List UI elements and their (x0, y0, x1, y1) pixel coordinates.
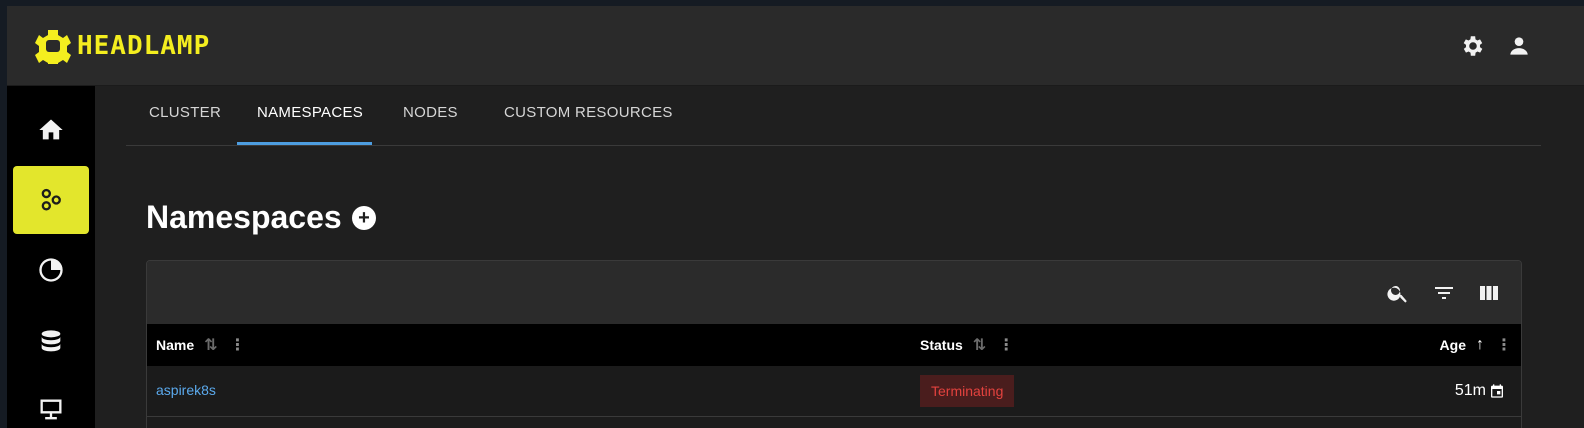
sidebar-item-home[interactable] (13, 96, 89, 164)
column-label: Age (1439, 337, 1466, 353)
column-menu-icon[interactable]: ⋮ (998, 335, 1014, 355)
column-label: Name (156, 337, 195, 353)
table-header: Name ⇅ ⋮ Status ⇅ ⋮ Age ↑ ⋮ (147, 324, 1521, 366)
search-button[interactable] (1385, 280, 1411, 306)
lan-icon (40, 399, 62, 420)
namespace-link[interactable]: aspirek8s (156, 366, 216, 416)
active-tab-indicator (237, 142, 372, 145)
age-cell: 51m (1455, 366, 1505, 416)
sidebar-item-insights[interactable] (13, 236, 89, 304)
home-icon (39, 119, 63, 140)
tab-cluster[interactable]: CLUSTER (149, 86, 221, 145)
hexagons-icon (41, 188, 61, 211)
sidebar-item-cluster[interactable] (13, 166, 89, 234)
logo-text: HEADLAMP (77, 31, 211, 61)
plus-icon: + (358, 206, 370, 229)
column-header-age[interactable]: Age ↑ ⋮ (1439, 324, 1512, 366)
column-menu-icon[interactable]: ⋮ (1496, 335, 1512, 355)
headlamp-logo[interactable]: HEADLAMP (35, 28, 210, 64)
gear-icon (1463, 36, 1483, 56)
sort-ascending-icon[interactable]: ↑ (1476, 336, 1484, 354)
sort-icon[interactable]: ⇅ (973, 335, 986, 355)
database-icon (41, 330, 61, 352)
namespaces-table: Name ⇅ ⋮ Status ⇅ ⋮ Age ↑ ⋮ aspirek8s Te… (146, 260, 1522, 428)
sidebar-item-storage[interactable] (13, 308, 89, 376)
pie-chart-icon (39, 258, 63, 282)
section-tabs: CLUSTER NAMESPACES NODES CUSTOM RESOURCE… (126, 86, 1541, 146)
sort-icon[interactable]: ⇅ (204, 335, 217, 355)
app-window: HEADLAMP CLUSTER NAMESPACES NODES CUSTOM… (7, 6, 1584, 428)
filter-button[interactable] (1431, 280, 1457, 306)
page-title: Namespaces (146, 199, 342, 235)
filter-icon (1435, 287, 1453, 299)
headlamp-gear-icon (35, 30, 71, 64)
account-button[interactable] (1506, 33, 1532, 59)
age-value: 51m (1454, 382, 1486, 399)
search-icon (1387, 286, 1407, 303)
calendar-icon (1491, 384, 1503, 398)
column-menu-icon[interactable]: ⋮ (230, 335, 246, 355)
column-label: Status (920, 337, 963, 353)
add-namespace-button[interactable]: + (352, 206, 376, 230)
tab-custom-resources[interactable]: CUSTOM RESOURCES (504, 86, 673, 145)
columns-button[interactable] (1476, 280, 1502, 306)
status-badge: Terminating (920, 375, 1015, 407)
table-toolbar (147, 261, 1521, 324)
column-header-status[interactable]: Status ⇅ ⋮ (920, 324, 1014, 366)
top-bar: HEADLAMP (7, 6, 1584, 86)
columns-icon (1480, 286, 1498, 300)
sidebar-item-network[interactable] (13, 376, 89, 428)
settings-button[interactable] (1460, 33, 1486, 59)
table-row: aspirek8s Terminating 51m (147, 366, 1521, 417)
tab-nodes[interactable]: NODES (403, 86, 458, 145)
tab-namespaces[interactable]: NAMESPACES (257, 86, 363, 145)
column-header-name[interactable]: Name ⇅ ⋮ (156, 324, 246, 366)
sidebar (7, 86, 95, 428)
account-icon (1510, 37, 1528, 55)
